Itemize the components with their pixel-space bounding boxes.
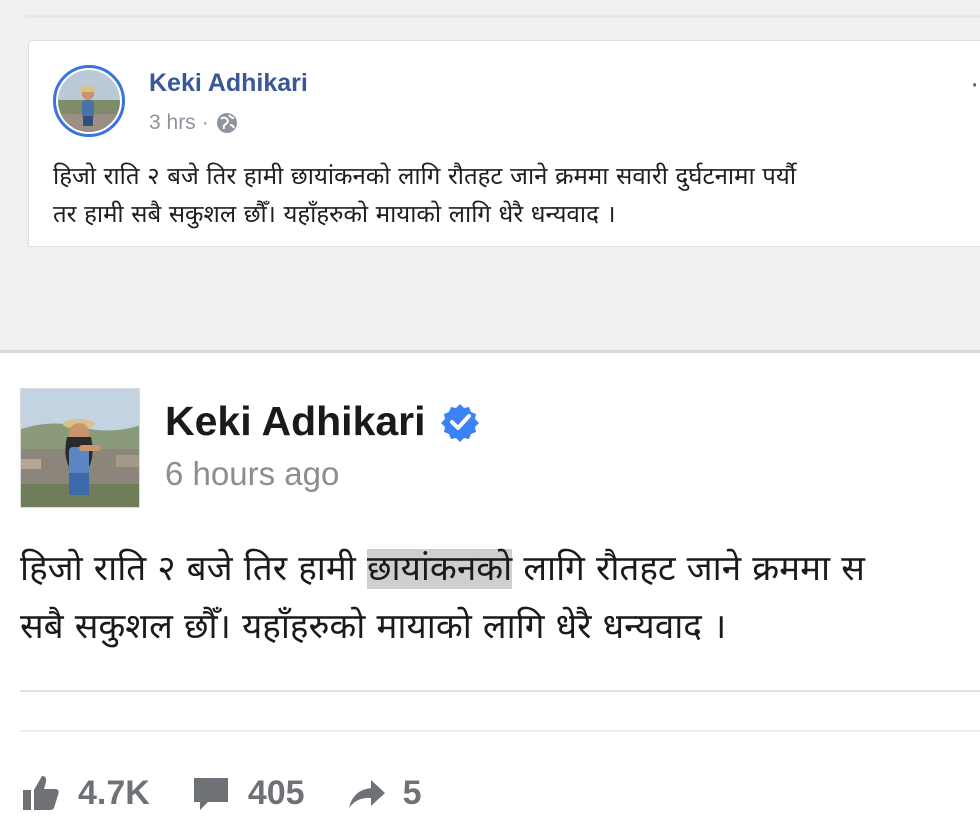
comment-bubble-icon	[193, 778, 228, 810]
text-segment: हिजो राति २ बजे तिर हामी	[20, 549, 367, 589]
post-options-icon[interactable]: ··	[970, 71, 980, 101]
mobile-avatar[interactable]	[20, 388, 140, 508]
like-count: 4.7K	[78, 773, 150, 812]
comment-button[interactable]: 405	[190, 772, 305, 814]
post-actions-bar: 4.7K 405 5	[20, 765, 461, 821]
text-segment: लागि रौतहट जाने क्रममा स	[512, 549, 865, 589]
globe-icon[interactable]	[215, 111, 239, 135]
divider	[25, 15, 980, 18]
desktop-author-name[interactable]: Keki Adhikari	[149, 69, 308, 98]
mobile-post-text-line: हिजो राति २ बजे तिर हामी छायांकनको लागि …	[20, 540, 980, 598]
divider	[20, 690, 980, 692]
verified-badge-icon	[440, 403, 479, 442]
meta-separator: ·	[201, 111, 209, 134]
avatar-photo	[58, 70, 120, 132]
desktop-post-area: Keki Adhikari 3 hrs · ·· हिजो राति २ बजे…	[0, 0, 980, 350]
desktop-post-time[interactable]: 3 hrs	[149, 111, 196, 135]
desktop-post-text: हिजो राति २ बजे तिर हामी छायांकनको लागि …	[53, 157, 980, 233]
highlighted-word[interactable]: छायांकनको	[366, 549, 513, 589]
mobile-author-name[interactable]: Keki Adhikari	[165, 398, 426, 445]
desktop-post-text-line: तर हामी सबै सकुशल छौँ। यहाँहरुको मायाको …	[53, 200, 616, 228]
desktop-post-meta: 3 hrs ·	[149, 111, 239, 135]
divider	[20, 730, 980, 732]
mobile-post-text: हिजो राति २ बजे तिर हामी छायांकनको लागि …	[20, 540, 980, 656]
mobile-post-text-line: सबै सकुशल छौँ। यहाँहरुको मायाको लागि धेर…	[20, 607, 727, 647]
share-count: 5	[402, 773, 422, 812]
desktop-post-text-line: हिजो राति २ बजे तिर हामी छायांकनको लागि …	[53, 162, 797, 190]
mobile-author-row: Keki Adhikari	[165, 398, 480, 445]
section-divider	[0, 350, 980, 353]
desktop-avatar[interactable]	[53, 65, 125, 137]
like-button[interactable]: 4.7K	[20, 772, 150, 814]
desktop-post-card: Keki Adhikari 3 hrs · ·· हिजो राति २ बजे…	[28, 40, 980, 247]
thumbs-up-icon	[23, 776, 59, 810]
share-arrow-icon	[348, 780, 385, 808]
comment-count: 405	[247, 773, 305, 812]
mobile-post-time[interactable]: 6 hours ago	[165, 455, 339, 493]
share-button[interactable]: 5	[345, 772, 422, 814]
